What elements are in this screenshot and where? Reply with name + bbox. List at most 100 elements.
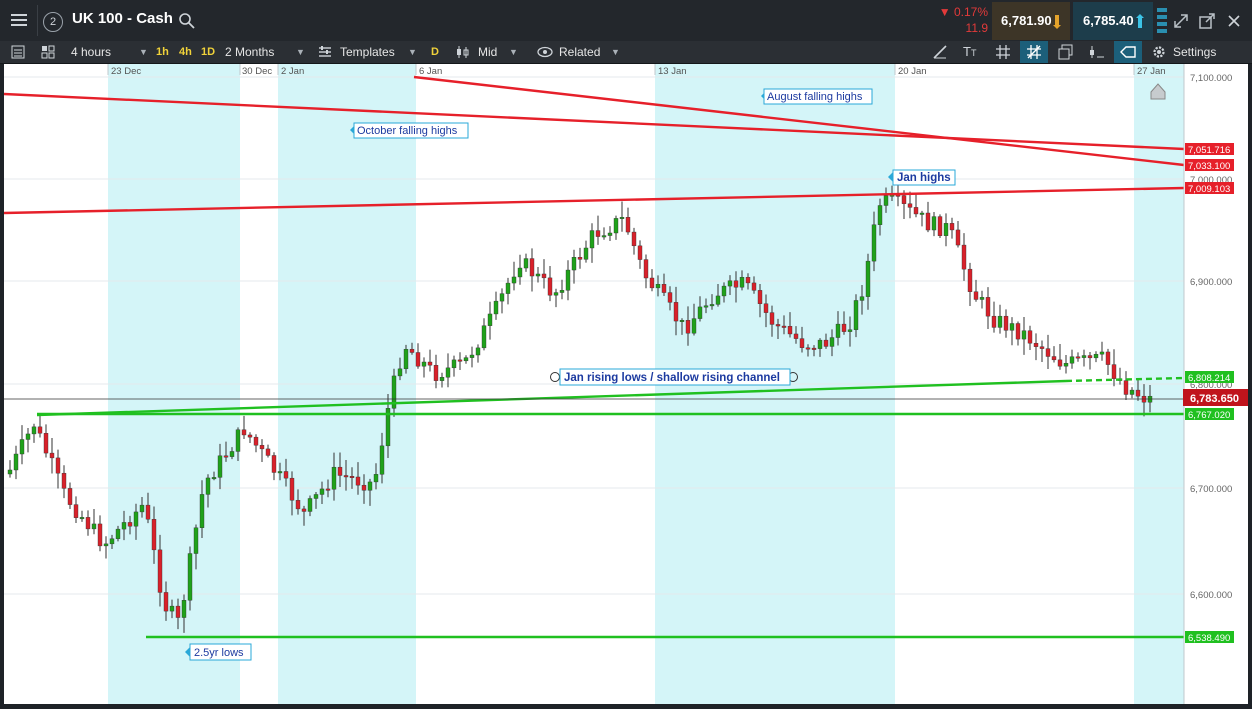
- bottom-border: [0, 704, 1252, 709]
- current-price-tag: 6,783.650: [1183, 389, 1248, 406]
- price-tag-6808: 6,808.214: [1185, 371, 1234, 384]
- candle-body: [1027, 330, 1033, 344]
- candle-body: [307, 498, 313, 512]
- candle-body: [859, 296, 865, 301]
- candle-body: [127, 522, 133, 527]
- candle-body: [955, 229, 961, 246]
- candle-body: [73, 504, 79, 518]
- window-number-badge[interactable]: 2: [43, 12, 63, 32]
- candle-body: [835, 323, 841, 338]
- candle-body: [199, 494, 205, 528]
- candle-body: [1033, 342, 1039, 347]
- candle-body: [865, 260, 871, 297]
- annotation-lows[interactable]: 2.5yr lows: [185, 643, 252, 661]
- candle-body: [595, 230, 601, 237]
- interval-select[interactable]: 4 hours ▼: [71, 41, 151, 63]
- list-icon[interactable]: [10, 44, 26, 60]
- candle-body: [931, 216, 937, 231]
- candle-body: [1021, 330, 1027, 340]
- eye-icon: [537, 46, 553, 58]
- date-label: 13 Jan: [658, 66, 687, 77]
- text-tool-icon[interactable]: TT: [963, 44, 981, 60]
- candle-body: [1063, 362, 1069, 367]
- popout-icon[interactable]: [1198, 12, 1216, 30]
- candle-body: [367, 481, 373, 491]
- copy-icon[interactable]: [1058, 44, 1074, 60]
- period-select[interactable]: 2 Months ▼: [225, 41, 307, 63]
- candle-body: [469, 354, 475, 358]
- menu-icon[interactable]: [8, 10, 32, 32]
- candle-body: [853, 300, 859, 330]
- candle-body: [565, 269, 571, 291]
- candle-body: [145, 504, 151, 520]
- candle-body: [445, 367, 451, 378]
- annotation-text: Jan highs: [897, 172, 951, 184]
- annotation-october[interactable]: October falling highs: [350, 122, 469, 139]
- candle-body: [943, 223, 949, 236]
- price-tag-text: 7,033.100: [1188, 161, 1230, 172]
- candle-body: [451, 359, 457, 369]
- price-chart[interactable]: 23 Dec 30 Dec 2 Jan 6 Jan 13 Jan 20 Jan …: [4, 64, 1248, 704]
- sell-price: 6,781.90: [1001, 13, 1052, 28]
- candle-body: [637, 245, 643, 260]
- chevron-down-icon: ▼: [509, 47, 518, 57]
- chart-canvas[interactable]: 23 Dec 30 Dec 2 Jan 6 Jan 13 Jan 20 Jan …: [4, 64, 1248, 704]
- price-tag-text: 6,767.020: [1188, 410, 1230, 421]
- price-tag-text: 6,783.650: [1190, 393, 1239, 405]
- search-icon[interactable]: [178, 12, 196, 30]
- candle-body: [577, 257, 583, 260]
- candle-body: [133, 511, 139, 527]
- date-axis: 23 Dec 30 Dec 2 Jan 6 Jan 13 Jan 20 Jan …: [107, 64, 1166, 77]
- candle-body: [229, 451, 235, 457]
- grid-icon[interactable]: [995, 44, 1011, 60]
- candle-body: [97, 523, 103, 547]
- candle-body: [661, 284, 667, 293]
- quick-interval-4h[interactable]: 4h: [179, 41, 192, 63]
- candle-body: [1123, 380, 1129, 395]
- gear-icon: [1153, 46, 1165, 58]
- candle-body: [709, 304, 715, 307]
- candle-body: [109, 538, 115, 545]
- candle-body: [187, 553, 193, 601]
- layout-icon[interactable]: [1155, 6, 1169, 36]
- candle-body: [139, 504, 145, 513]
- quick-interval-1h[interactable]: 1h: [156, 41, 169, 63]
- candle-body: [313, 494, 319, 499]
- annotation-handle[interactable]: [550, 372, 560, 382]
- candle-body: [967, 268, 973, 292]
- candle-body: [331, 466, 337, 490]
- candle-body: [589, 230, 595, 249]
- annotation-channel[interactable]: Jan rising lows / shallow rising channel: [550, 368, 798, 386]
- annotation-jan-highs[interactable]: Jan highs: [888, 169, 956, 186]
- quick-interval-1d[interactable]: 1D: [201, 41, 215, 63]
- candle-body: [379, 445, 385, 475]
- crosshair-grid-icon[interactable]: [1020, 41, 1048, 63]
- close-icon[interactable]: [1226, 13, 1242, 29]
- candle-body: [1057, 359, 1063, 367]
- candle-body: [517, 267, 523, 278]
- candle-body: [259, 445, 265, 450]
- top-bar: 2 UK 100 - Cash ▼ 0.17% 11.9 6,781.90 6,…: [0, 0, 1252, 42]
- candle-body: [847, 329, 853, 332]
- candle-body: [409, 348, 415, 353]
- expand-icon[interactable]: [1172, 12, 1190, 30]
- grid-layout-icon[interactable]: [40, 44, 56, 60]
- annotation-august[interactable]: August falling highs: [761, 88, 873, 105]
- tag-icon[interactable]: [1114, 41, 1142, 63]
- candle-body: [643, 259, 649, 279]
- candle-body: [205, 477, 211, 495]
- sell-button[interactable]: 6,781.90: [992, 2, 1070, 40]
- candle-body: [739, 277, 745, 288]
- candle-body: [1081, 355, 1087, 358]
- buy-button[interactable]: 6,785.40: [1073, 2, 1153, 40]
- candle-body: [397, 368, 403, 377]
- indicator-icon[interactable]: [1088, 44, 1106, 60]
- draw-line-icon[interactable]: [932, 44, 948, 60]
- candle-body: [541, 273, 547, 279]
- d-badge[interactable]: D: [431, 41, 439, 63]
- candle-body: [697, 306, 703, 319]
- candle-body: [481, 325, 487, 349]
- candle-body: [85, 517, 91, 530]
- candle-body: [61, 472, 67, 489]
- candle-body: [91, 523, 97, 530]
